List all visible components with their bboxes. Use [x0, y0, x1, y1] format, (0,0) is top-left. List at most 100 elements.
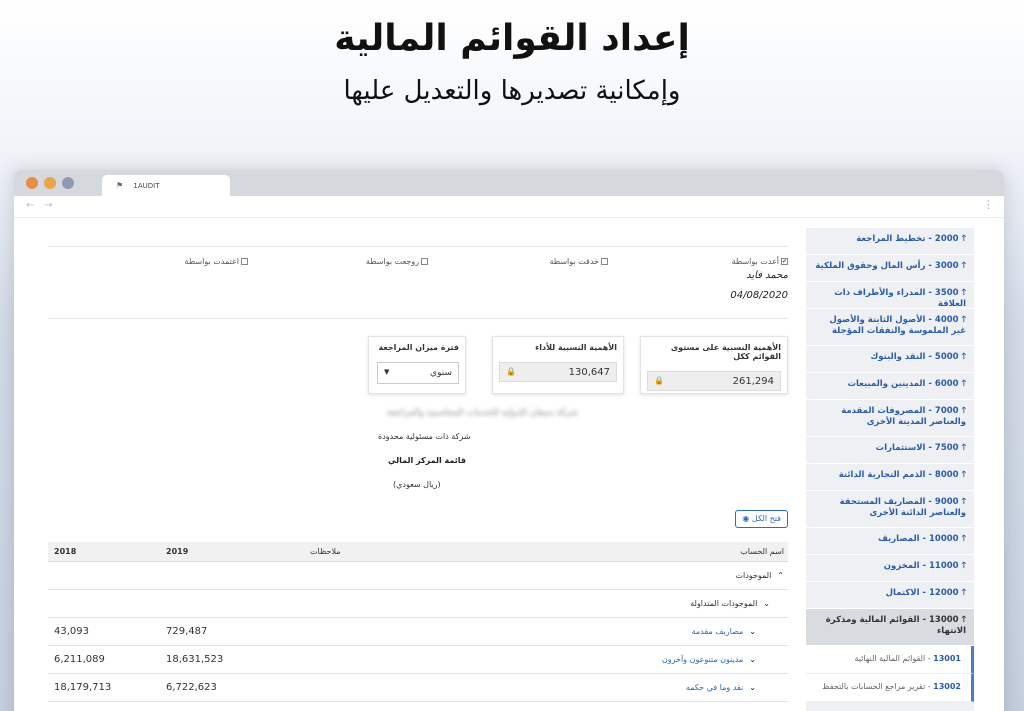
- statement-table: 2018 2019 ملاحظات اسم الحساب ⌃الموجودات …: [48, 542, 788, 702]
- row-account[interactable]: ⌄مدينون متنوعون وآخرون: [662, 655, 756, 664]
- table-row[interactable]: ⌄الموجودات المتداولة: [48, 590, 788, 618]
- row-account: ⌃الموجودات: [735, 571, 784, 580]
- arrow-up-icon: 🡑: [961, 497, 966, 507]
- arrow-up-icon: 🡑: [961, 288, 966, 298]
- trial-balance-period-card: فترة ميزان المراجعة سنوي ▼: [368, 336, 466, 394]
- table-row[interactable]: ⌃الموجودات: [48, 562, 788, 590]
- table-header: 2018 2019 ملاحظات اسم الحساب: [48, 542, 788, 562]
- sidebar-item-3500[interactable]: 🡑3500 - المدراء والأطراف ذات العلاقة: [806, 282, 974, 309]
- sidebar-item-4000[interactable]: 🡑4000 - الأصول الثابتة والأصول غير الملم…: [806, 309, 974, 346]
- reviewed-by-checkbox[interactable]: روجعت بواسطة: [366, 257, 428, 266]
- browser-tab-title: 1AUDIT: [133, 182, 160, 190]
- row-value-2018: 6,211,089: [54, 654, 105, 665]
- promo-title: إعداد القوائم المالية: [334, 18, 690, 59]
- arrow-up-icon: 🡑: [961, 534, 966, 544]
- reviewed-by-label: روجعت بواسطة: [365, 257, 419, 266]
- check-icon: ✔: [781, 258, 788, 265]
- checkbox-icon: [421, 258, 428, 265]
- prepared-by-label: أعدت بواسطة: [731, 257, 779, 266]
- performance-materiality-card: الأهمية النسبية للأداء 🔒 130,647: [492, 336, 624, 394]
- sidebar-item-7500[interactable]: 🡑7500 - الاستثمارات: [806, 437, 974, 464]
- sidebar-subitem-13002[interactable]: 13002 - تقرير مراجع الحسابات بالتحفظ: [806, 674, 974, 702]
- row-account: ⌄الموجودات المتداولة: [690, 599, 770, 608]
- caret-down-icon: ▼: [384, 368, 390, 376]
- checkbox-icon: [601, 258, 608, 265]
- window-close-dot[interactable]: [26, 177, 38, 189]
- chevron-down-icon[interactable]: ⌄: [749, 655, 756, 664]
- row-value-2018: 43,093: [54, 626, 89, 637]
- prepared-by-checkbox[interactable]: ✔أعدت بواسطة: [732, 257, 788, 266]
- sidebar-item-2000[interactable]: 🡑2000 - تخطيط المراجعة: [806, 228, 974, 255]
- sidebar-item-6000[interactable]: 🡑6000 - المدينين والمبيعات: [806, 373, 974, 400]
- statement-panel: ✔أعدت بواسطة خدقت بواسطة روجعت بواسطة اع…: [48, 218, 788, 711]
- trial-balance-period-select[interactable]: سنوي ▼: [377, 362, 459, 384]
- approved-by-label: اعتمدت بواسطة: [184, 257, 239, 266]
- eye-icon: ◉: [742, 514, 750, 523]
- sidebar-item-11000[interactable]: 🡑11000 - المخزون: [806, 555, 974, 582]
- overall-materiality-card: الأهمية النسبية على مستوى القوائم ككل 🔒 …: [640, 336, 788, 394]
- sidebar-item-12000[interactable]: 🡑12000 - الاكتمال: [806, 582, 974, 609]
- overall-materiality-label: الأهمية النسبية على مستوى القوائم ككل: [670, 343, 781, 361]
- arrow-up-icon: 🡑: [961, 470, 966, 480]
- app-content: ✔أعدت بواسطة خدقت بواسطة روجعت بواسطة اع…: [14, 218, 1004, 711]
- header-2019: 2019: [166, 547, 189, 556]
- arrow-up-icon: 🡑: [961, 315, 966, 325]
- sidebar-item-9000[interactable]: 🡑9000 - المصاريف المستحقة والعناصر الدائ…: [806, 491, 974, 528]
- row-value-2019: 6,722,623: [166, 682, 217, 693]
- checkbox-icon: [241, 258, 248, 265]
- row-value-2019: 729,487: [166, 626, 208, 637]
- overall-materiality-field: 🔒 261,294: [647, 371, 781, 391]
- table-row[interactable]: ⌄مصاريف مقدمة 729,487 43,093: [48, 618, 788, 646]
- performance-materiality-field: 🔒 130,647: [499, 362, 617, 382]
- row-account[interactable]: ⌄مصاريف مقدمة: [692, 627, 756, 636]
- window-minimize-dot[interactable]: [44, 177, 56, 189]
- performance-materiality-label: الأهمية النسبية للأداء: [535, 343, 617, 352]
- flag-icon: ⚑: [116, 181, 124, 190]
- sidebar-subitem-13001[interactable]: 13001 - القوائم المالية النهائية: [806, 646, 974, 674]
- sidebar-item-3000[interactable]: 🡑3000 - رأس المال وحقوق الملكية: [806, 255, 974, 282]
- browser-tab[interactable]: ⚑ 1AUDIT: [102, 175, 230, 196]
- chevron-down-icon[interactable]: ⌄: [763, 599, 770, 608]
- prepared-date: 04/08/2020: [730, 290, 788, 301]
- forward-arrow-icon[interactable]: →: [44, 200, 52, 211]
- checked-by-label: خدقت بواسطة: [549, 257, 599, 266]
- kebab-menu-icon[interactable]: ⋮: [983, 198, 994, 211]
- row-account[interactable]: ⌄نقد وما في حكمه: [686, 683, 756, 692]
- arrow-up-icon: 🡑: [961, 443, 966, 453]
- arrow-up-icon: 🡑: [961, 615, 966, 625]
- company-type: شركة ذات مسئولية محدودة: [378, 432, 471, 441]
- window-maximize-dot[interactable]: [62, 177, 74, 189]
- overall-materiality-value: 261,294: [732, 376, 774, 387]
- table-row[interactable]: ⌄مدينون متنوعون وآخرون 18,631,523 6,211,…: [48, 646, 788, 674]
- arrow-up-icon: 🡑: [961, 588, 966, 598]
- signoff-row: ✔أعدت بواسطة خدقت بواسطة روجعت بواسطة اع…: [48, 246, 788, 266]
- sidebar-item-13000[interactable]: 🡑13000 - القوائم المالية ومذكرة الانتهاء: [806, 609, 974, 646]
- chevron-down-icon[interactable]: ⌄: [749, 627, 756, 636]
- sidebar-item-5000[interactable]: 🡑5000 - النقد والبنوك: [806, 346, 974, 373]
- approved-by-checkbox[interactable]: اعتمدت بواسطة: [185, 257, 248, 266]
- sidebar-item-7000[interactable]: 🡑7000 - المصروفات المقدمة والعناصر المدي…: [806, 400, 974, 437]
- row-value-2019: 18,631,523: [166, 654, 224, 665]
- back-arrow-icon[interactable]: ←: [26, 200, 34, 211]
- open-all-button[interactable]: فتح الكل ◉: [735, 510, 788, 528]
- preparer-name: محمد فايد: [746, 270, 788, 281]
- row-value-2018: 18,179,713: [54, 682, 112, 693]
- statement-currency: (ريال سعودي): [393, 480, 441, 489]
- chevron-down-icon[interactable]: ⌄: [749, 683, 756, 692]
- arrow-up-icon: 🡑: [961, 561, 966, 571]
- divider: [48, 318, 788, 319]
- chevron-up-icon[interactable]: ⌃: [777, 571, 784, 580]
- arrow-up-icon: 🡑: [961, 379, 966, 389]
- table-row[interactable]: ⌄نقد وما في حكمه 6,722,623 18,179,713: [48, 674, 788, 702]
- browser-addressbar: ← → ⋮: [14, 196, 1004, 218]
- lock-icon: 🔒: [654, 376, 664, 385]
- lock-icon: 🔒: [506, 367, 516, 376]
- company-name: شركة سيفان للدولية للخدمات المحاسبية وال…: [386, 408, 578, 418]
- open-all-label: فتح الكل: [751, 514, 781, 523]
- sidebar-item-8000[interactable]: 🡑8000 - الذمم التجارية الدائنة: [806, 464, 974, 491]
- checked-by-checkbox[interactable]: خدقت بواسطة: [549, 257, 608, 266]
- header-2018: 2018: [54, 547, 77, 556]
- sidebar-item-10000[interactable]: 🡑10000 - المصاريف: [806, 528, 974, 555]
- trial-balance-period-label: فترة ميزان المراجعة: [378, 343, 460, 352]
- arrow-up-icon: 🡑: [961, 352, 966, 362]
